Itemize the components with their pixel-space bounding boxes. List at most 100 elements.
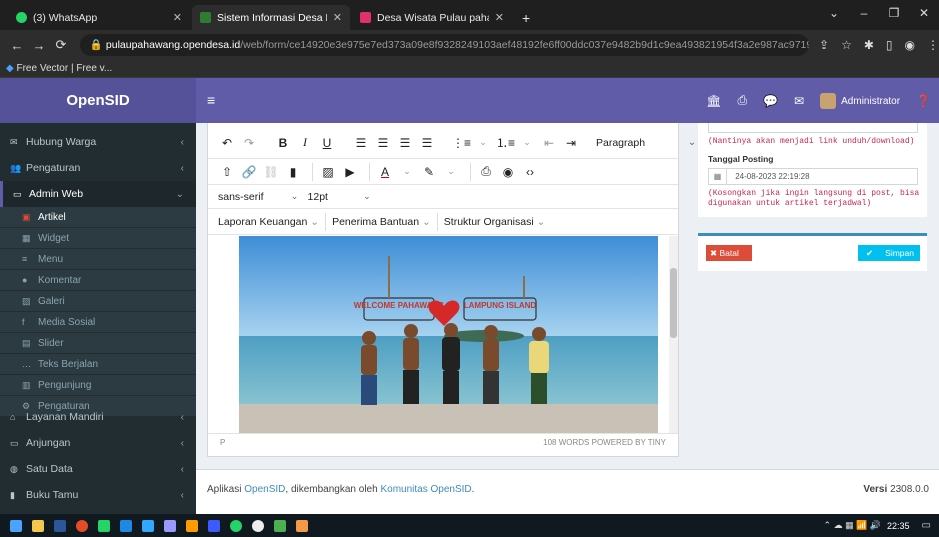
italic-icon[interactable]: I (296, 135, 314, 150)
sidebar-sub-slider[interactable]: ▤ Slider (0, 333, 196, 353)
sidebar-sub-artikel[interactable]: ▣ Artikel (0, 207, 196, 227)
text-color-icon[interactable]: A (376, 165, 394, 179)
tab-instagram[interactable]: Desa Wisata Pulau pahawang (@ ✕ (352, 5, 512, 30)
menu-icon[interactable]: ⋮ (927, 38, 939, 52)
tanggal-input[interactable]: ▦ 24-08-2023 22:19:28 (708, 168, 918, 185)
template-penerima-bantuan[interactable]: Penerima Bantuan ⌄ (332, 216, 431, 228)
chevron-down-icon[interactable]: ⌄ (474, 137, 492, 148)
bold-icon[interactable]: B (274, 136, 292, 150)
photoshop-icon[interactable] (142, 519, 154, 532)
sidebar-toggle-icon[interactable]: ≡ (207, 78, 215, 123)
help-icon[interactable]: ❓ (916, 94, 931, 108)
building-icon[interactable]: 🏛 (706, 94, 721, 108)
unlink-icon[interactable]: ⛓ (262, 165, 280, 179)
word-icon[interactable] (54, 519, 66, 532)
clock[interactable]: 22:35 (887, 521, 910, 531)
extensions-icon[interactable]: ✱ (864, 38, 874, 52)
link-icon[interactable]: 🔗 (240, 165, 258, 179)
font-size-select[interactable]: 12pt (308, 191, 328, 203)
close-tab-icon[interactable]: ✕ (167, 11, 182, 24)
new-tab-button[interactable]: + (514, 5, 538, 30)
editor-scrollbar[interactable] (669, 236, 678, 433)
sidebar-item-anjungan[interactable]: ▭ Anjungan ‹ (0, 430, 196, 456)
back-icon[interactable]: ← (6, 38, 28, 53)
bookmark-item[interactable]: Free Vector | Free v... (16, 63, 112, 74)
preview-icon[interactable]: ◉ (499, 165, 517, 179)
sidebar-item-layanan-mandiri[interactable]: ⌂ Layanan Mandiri ‹ (0, 404, 196, 430)
premiere-icon[interactable] (164, 519, 176, 532)
template-struktur-organisasi[interactable]: Struktur Organisasi ⌄ (444, 216, 546, 228)
sidebar-sub-teks-berjalan[interactable]: … Teks Berjalan (0, 354, 196, 374)
sidebar-sub-menu[interactable]: ≡ Menu (0, 249, 196, 269)
profile-icon[interactable]: ◉ (905, 38, 915, 52)
app-icon[interactable] (296, 519, 308, 532)
outdent-icon[interactable]: ⇤ (540, 136, 558, 150)
chevron-down-icon[interactable]: ⌄ (398, 166, 416, 177)
whatsapp-icon[interactable] (230, 519, 242, 532)
simpan-button[interactable]: ✔ Simpan (858, 245, 920, 261)
notification-icon[interactable]: ▭ (922, 520, 931, 531)
windows-start-icon[interactable] (10, 519, 22, 532)
reload-icon[interactable]: ⟳ (50, 37, 72, 53)
sidebar-sub-media-sosial[interactable]: f Media Sosial (0, 312, 196, 332)
sidebar-sub-komentar[interactable]: ● Komentar (0, 270, 196, 290)
paragraph-select[interactable]: Paragraph (596, 137, 645, 149)
align-left-icon[interactable]: ☰ (352, 136, 370, 150)
sidebar-sub-galeri[interactable]: ▨ Galeri (0, 291, 196, 311)
close-tab-icon[interactable]: ✕ (327, 11, 342, 24)
template-laporan-keuangan[interactable]: Laporan Keuangan ⌄ (218, 216, 319, 228)
app-icon[interactable] (274, 519, 286, 532)
sidebar-item-satu-data[interactable]: ◍ Satu Data ‹ (0, 456, 196, 482)
minimize-icon[interactable]: – (849, 0, 879, 30)
brand-logo[interactable]: OpenSID (0, 78, 196, 123)
font-family-select[interactable]: sans-serif (218, 191, 264, 203)
align-justify-icon[interactable]: ☰ (418, 136, 436, 150)
system-tray-icons[interactable]: ⌃ ☁ ▦ 📶 🔊 (824, 520, 881, 531)
mail-icon[interactable]: ✉ (794, 94, 804, 108)
app-icon[interactable] (98, 519, 110, 532)
url-input[interactable]: 🔒 pulaupahawang.opendesa.id/web/form/ce1… (79, 34, 809, 56)
numbered-list-icon[interactable]: ⒈≡ (496, 134, 515, 151)
upload-icon[interactable]: ⇧ (218, 165, 236, 179)
sidebar-sub-widget[interactable]: ▦ Widget (0, 228, 196, 248)
indent-icon[interactable]: ⇥ (562, 136, 580, 150)
batal-button[interactable]: ✖ Batal (706, 245, 752, 261)
undo-icon[interactable]: ↶ (218, 136, 236, 150)
star-icon[interactable]: ☆ (841, 38, 852, 52)
sidebar-item-hubung-warga[interactable]: ✉ Hubung Warga ‹ (0, 129, 196, 155)
element-path[interactable]: P (220, 434, 225, 451)
print-icon[interactable]: ⎙ (738, 93, 748, 108)
sidebar-item-admin-web[interactable]: ▭ Admin Web ⌄ (0, 181, 196, 207)
media-icon[interactable]: ▶ (341, 165, 359, 179)
highlight-icon[interactable]: ✎ (420, 165, 438, 179)
forward-icon[interactable]: → (28, 38, 50, 53)
close-tab-icon[interactable]: ✕ (489, 11, 504, 24)
tab-whatsapp[interactable]: (3) WhatsApp ✕ (8, 5, 190, 30)
chevron-down-icon[interactable]: ⌄ (442, 166, 460, 177)
image-icon[interactable]: ▨ (319, 165, 337, 179)
print-icon[interactable]: ⎙ (477, 164, 495, 179)
share-icon[interactable]: ⇪ (819, 38, 829, 52)
app-icon[interactable] (208, 519, 220, 532)
comment-icon[interactable]: 💬 (763, 94, 778, 108)
chrome-icon[interactable] (76, 519, 88, 532)
sidebar-item-pengaturan[interactable]: 👥 Pengaturan ‹ (0, 155, 196, 181)
source-code-icon[interactable]: ‹› (521, 165, 539, 179)
file-explorer-icon[interactable] (32, 519, 44, 532)
redo-icon[interactable]: ↷ (240, 136, 258, 150)
illustrator-icon[interactable] (186, 519, 198, 532)
sidepanel-icon[interactable]: ▯ (886, 38, 893, 52)
underline-icon[interactable]: U (318, 136, 336, 150)
app-icon[interactable] (120, 519, 132, 532)
bullet-list-icon[interactable]: ⋮≡ (452, 136, 471, 150)
align-right-icon[interactable]: ☰ (396, 136, 414, 150)
tab-sistem-informasi[interactable]: Sistem Informasi Desa Pulau Pah: ✕ (192, 5, 350, 30)
restore-icon[interactable]: ❐ (879, 0, 909, 30)
app-icon[interactable] (252, 519, 264, 532)
align-center-icon[interactable]: ☰ (374, 136, 392, 150)
komunitas-link[interactable]: Komunitas OpenSID (380, 484, 471, 495)
opensid-link[interactable]: OpenSID (244, 484, 285, 495)
user-menu[interactable]: Administrator (820, 92, 900, 109)
chevron-down-icon[interactable]: ⌄ (518, 137, 536, 148)
tab-search-icon[interactable]: ⌄ (819, 0, 849, 30)
